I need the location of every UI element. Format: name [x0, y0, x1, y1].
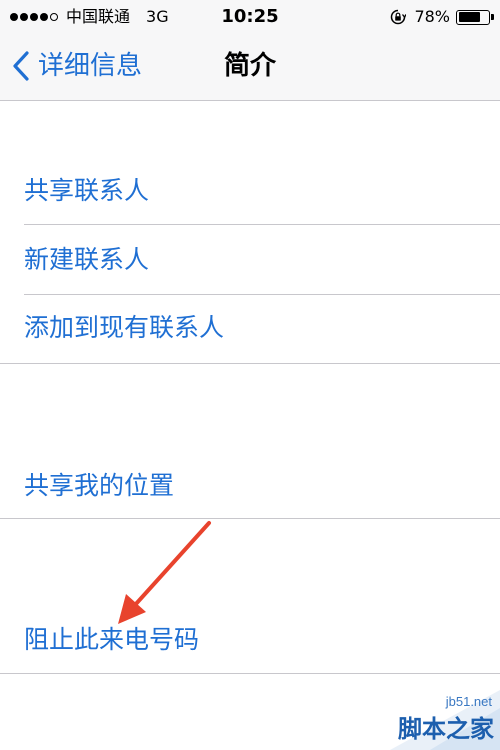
create-new-contact-cell[interactable]: 新建联系人	[0, 226, 500, 294]
rotation-lock-icon	[391, 9, 407, 25]
watermark-logo: jb51.net 脚本之家	[350, 690, 500, 750]
separator	[0, 518, 500, 519]
watermark-site: jb51.net	[445, 694, 492, 709]
back-button-label: 详细信息	[38, 51, 143, 81]
add-to-existing-contact-cell[interactable]: 添加到现有联系人	[0, 296, 500, 364]
add-to-existing-contact-label: 添加到现有联系人	[24, 313, 225, 342]
separator	[0, 673, 500, 674]
create-new-contact-label: 新建联系人	[24, 245, 150, 274]
chevron-left-icon	[13, 51, 29, 81]
share-my-location-label: 共享我的位置	[24, 471, 175, 500]
share-contact-label: 共享联系人	[24, 176, 150, 205]
watermark-name: 脚本之家	[398, 715, 494, 743]
status-bar: 中国联通 3G 10:25 78%	[0, 0, 500, 34]
navigation-bar: 详细信息 简介	[0, 34, 500, 101]
back-button[interactable]: 详细信息	[12, 48, 142, 84]
battery-percent: 78%	[414, 7, 450, 26]
block-caller-label: 阻止此来电号码	[24, 625, 200, 654]
separator	[24, 224, 500, 225]
block-caller-cell[interactable]: 阻止此来电号码	[0, 606, 500, 674]
status-right: 78%	[390, 6, 494, 28]
separator	[0, 363, 500, 364]
battery-fill	[458, 12, 481, 22]
share-contact-cell[interactable]: 共享联系人	[0, 157, 500, 225]
share-my-location-cell[interactable]: 共享我的位置	[0, 452, 500, 520]
battery-icon	[456, 9, 494, 25]
separator	[24, 294, 500, 295]
